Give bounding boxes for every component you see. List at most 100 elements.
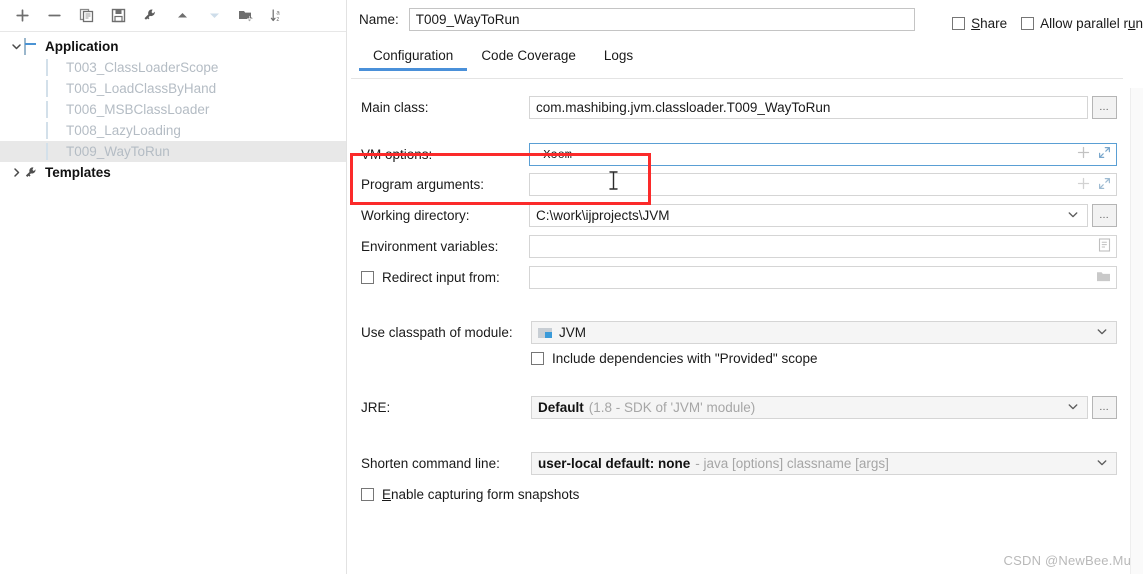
- main-class-browse-button[interactable]: …: [1092, 96, 1117, 119]
- jre-browse-button[interactable]: …: [1092, 396, 1117, 419]
- shorten-command-line-combo[interactable]: user-local default: none - java [options…: [531, 452, 1117, 475]
- tree-row[interactable]: T003_ClassLoaderScope: [0, 57, 347, 78]
- classpath-module-row: Use classpath of module: JVM: [359, 321, 1117, 344]
- form-snapshots-checkbox[interactable]: Enable capturing form snapshots: [359, 487, 1117, 502]
- jre-combo[interactable]: Default (1.8 - SDK of 'JVM' module): [531, 396, 1088, 419]
- chevron-down-icon[interactable]: [8, 39, 24, 55]
- edit-templates-button[interactable]: [140, 6, 160, 26]
- configuration-tabs: Configuration Code Coverage Logs: [359, 40, 1143, 71]
- jre-value: Default: [538, 400, 584, 415]
- classpath-module-value: JVM: [559, 325, 586, 340]
- checkbox-box[interactable]: [361, 488, 374, 501]
- remove-configuration-button[interactable]: [44, 6, 64, 26]
- sort-configurations-button[interactable]: a z: [268, 6, 288, 26]
- environment-variables-input[interactable]: [529, 235, 1117, 258]
- program-arguments-row: Program arguments:: [359, 173, 1117, 196]
- tree-row[interactable]: T006_MSBClassLoader: [0, 99, 347, 120]
- text-cursor: [608, 171, 619, 193]
- redirect-input-checkbox[interactable]: Redirect input from:: [359, 270, 529, 285]
- working-directory-label: Working directory:: [361, 208, 470, 223]
- environment-variables-row: Environment variables:: [359, 235, 1117, 258]
- redirect-input-row: Redirect input from:: [359, 266, 1117, 289]
- svg-text:a: a: [276, 11, 280, 17]
- tab-code-coverage[interactable]: Code Coverage: [467, 48, 590, 70]
- list-icon[interactable]: [1098, 238, 1111, 255]
- redirect-input-actions: [1096, 267, 1111, 288]
- application-icon: [45, 142, 61, 160]
- working-directory-value: C:\work\ijprojects\JVM: [536, 208, 670, 223]
- move-up-button[interactable]: [172, 6, 192, 26]
- chevron-down-icon[interactable]: [1096, 456, 1108, 471]
- jre-value-detail: (1.8 - SDK of 'JVM' module): [588, 400, 756, 415]
- configurations-sidebar: a z Application T003_ClassLoaderScope T0…: [0, 0, 347, 574]
- chevron-right-icon[interactable]: [8, 165, 24, 181]
- main-class-label: Main class:: [361, 100, 429, 115]
- configuration-form: Main class: com.mashibing.jvm.classloade…: [359, 96, 1117, 502]
- working-directory-row: Working directory: C:\work\ijprojects\JV…: [359, 204, 1117, 227]
- expand-icon[interactable]: [1098, 146, 1111, 163]
- plus-icon[interactable]: [1077, 177, 1090, 193]
- tree-row-label: T008_LazyLoading: [66, 123, 181, 138]
- new-folder-button[interactable]: [236, 6, 256, 26]
- checkbox-box[interactable]: [1021, 17, 1035, 30]
- shorten-command-line-value: user-local default: none: [538, 456, 691, 471]
- tab-configuration[interactable]: Configuration: [359, 48, 468, 71]
- vm-options-input[interactable]: -Xcom: [529, 143, 1117, 166]
- header-options: Share Allow parallel run: [952, 16, 1143, 31]
- chevron-down-icon[interactable]: [1096, 325, 1108, 340]
- program-arguments-actions: [1077, 174, 1111, 195]
- main-class-field[interactable]: com.mashibing.jvm.classloader.T009_WayTo…: [529, 96, 1088, 119]
- classpath-module-combo[interactable]: JVM: [531, 321, 1117, 344]
- checkbox-box[interactable]: [952, 17, 966, 30]
- chevron-down-icon[interactable]: [1067, 208, 1079, 223]
- allow-parallel-run-label: Allow parallel run: [1040, 16, 1143, 31]
- copy-configuration-button[interactable]: [76, 6, 96, 26]
- include-provided-checkbox[interactable]: Include dependencies with "Provided" sco…: [531, 351, 1117, 366]
- shorten-command-line-hint: - java [options] classname [args]: [695, 456, 889, 471]
- allow-parallel-run-checkbox[interactable]: Allow parallel run: [1021, 16, 1143, 31]
- application-icon: [45, 121, 61, 139]
- redirect-input-label: Redirect input from:: [382, 270, 500, 285]
- save-configuration-button[interactable]: [108, 6, 128, 26]
- working-directory-browse-button[interactable]: …: [1092, 204, 1117, 227]
- plus-icon[interactable]: [1077, 146, 1090, 163]
- wrench-icon: [24, 165, 40, 181]
- environment-variables-label: Environment variables:: [361, 239, 499, 254]
- configuration-panel: Name: Share Allow parallel run Configura…: [347, 0, 1143, 574]
- main-class-value: com.mashibing.jvm.classloader.T009_WayTo…: [536, 100, 831, 115]
- shorten-command-line-label: Shorten command line:: [361, 456, 500, 471]
- program-arguments-label: Program arguments:: [361, 177, 485, 192]
- add-configuration-button[interactable]: [12, 6, 32, 26]
- checkbox-box[interactable]: [361, 271, 374, 284]
- watermark: CSDN @NewBee.Mu: [1003, 553, 1131, 568]
- working-directory-combo[interactable]: C:\work\ijprojects\JVM: [529, 204, 1088, 227]
- share-checkbox[interactable]: Share: [952, 16, 1007, 31]
- name-label: Name:: [359, 12, 399, 27]
- name-input[interactable]: [408, 8, 915, 31]
- chevron-down-icon[interactable]: [1067, 400, 1079, 415]
- redirect-input-field[interactable]: [529, 266, 1117, 289]
- tab-logs[interactable]: Logs: [590, 48, 647, 70]
- include-provided-label: Include dependencies with "Provided" sco…: [552, 351, 818, 366]
- move-down-button[interactable]: [204, 6, 224, 26]
- folder-icon[interactable]: [1096, 270, 1111, 286]
- shorten-command-line-row: Shorten command line: user-local default…: [359, 452, 1117, 475]
- tree-row-label: Application: [45, 39, 119, 54]
- tree-row-label: T005_LoadClassByHand: [66, 81, 217, 96]
- checkbox-box[interactable]: [531, 352, 544, 365]
- application-icon: [45, 100, 61, 118]
- sidebar-toolbar: a z: [0, 0, 347, 32]
- tree-row[interactable]: T008_LazyLoading: [0, 120, 347, 141]
- configurations-tree[interactable]: Application T003_ClassLoaderScope T005_L…: [0, 32, 347, 183]
- application-icon: [24, 37, 40, 55]
- expand-icon[interactable]: [1098, 177, 1111, 193]
- application-icon: [45, 58, 61, 76]
- tree-row[interactable]: Application: [0, 36, 347, 57]
- jre-label: JRE:: [361, 400, 391, 415]
- tree-row-selected[interactable]: T009_WayToRun: [0, 141, 347, 162]
- panel-scrollbar[interactable]: [1130, 88, 1143, 574]
- vm-options-row: VM options: -Xcom: [359, 143, 1117, 166]
- tree-row[interactable]: Templates: [0, 162, 347, 183]
- tree-row[interactable]: T005_LoadClassByHand: [0, 78, 347, 99]
- tree-row-label: T006_MSBClassLoader: [66, 102, 210, 117]
